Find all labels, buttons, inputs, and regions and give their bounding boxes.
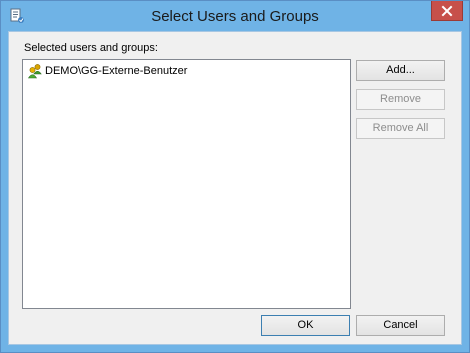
list-item-label: DEMO\GG-Externe-Benutzer [45,65,188,77]
selected-users-listbox[interactable]: DEMO\GG-Externe-Benutzer [22,59,351,309]
close-button[interactable] [431,1,463,21]
ok-button[interactable]: OK [261,315,350,336]
close-icon [441,5,453,17]
dialog-title: Select Users and Groups [151,8,319,25]
selected-list-label: Selected users and groups: [24,42,158,54]
dialog-body: Selected users and groups: DEMO\GG-Exter… [8,31,462,345]
cancel-button[interactable]: Cancel [356,315,445,336]
remove-all-button[interactable]: Remove All [356,118,445,139]
remove-button[interactable]: Remove [356,89,445,110]
title-bar[interactable]: Select Users and Groups [1,1,469,31]
list-item[interactable]: DEMO\GG-Externe-Benutzer [27,63,187,79]
user-group-icon [27,64,42,79]
dialog-window: Select Users and Groups Selected users a… [0,0,470,353]
add-button[interactable]: Add... [356,60,445,81]
